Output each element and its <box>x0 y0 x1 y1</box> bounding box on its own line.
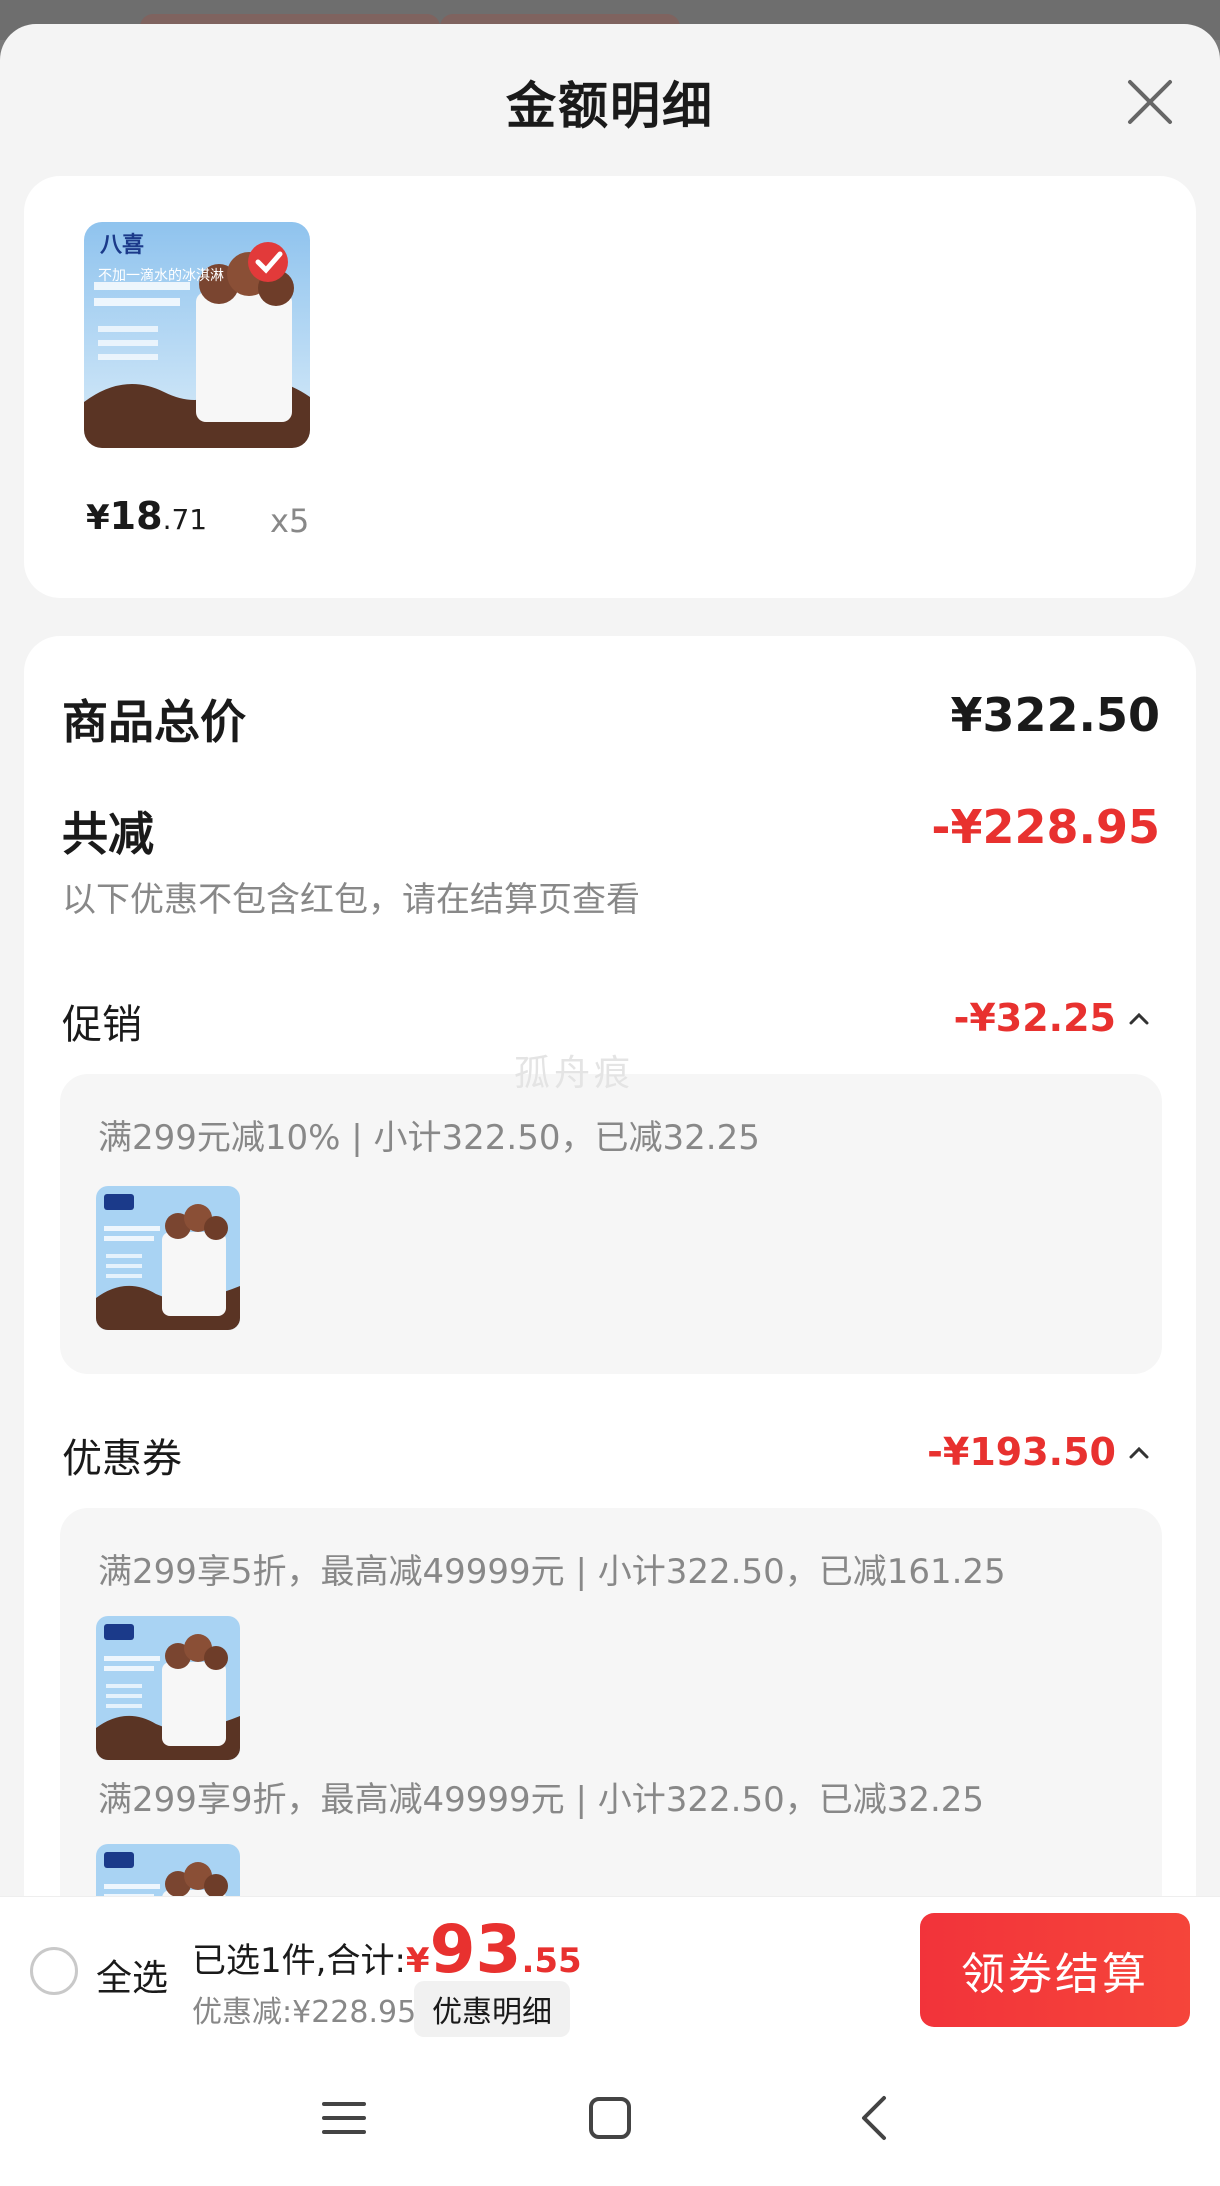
product-brand: 八喜 <box>100 232 144 258</box>
system-nav-bar <box>0 2044 1220 2186</box>
product-quantity: x5 <box>270 502 310 540</box>
product-thumbnail <box>96 1616 240 1760</box>
sheet-header: 金额明细 <box>0 24 1220 174</box>
select-all-radio[interactable] <box>30 1947 78 1995</box>
total-decimal: .55 <box>521 1941 582 1981</box>
select-all-label[interactable]: 全选 <box>96 1949 168 2001</box>
checkout-button[interactable]: 领券结算 <box>920 1913 1190 2027</box>
selected-count-label: 已选1件,合计: <box>192 1941 406 1981</box>
watermark: 孤舟痕 <box>514 1053 635 1094</box>
price-detail-card: 商品总价 ¥322.50 共减 -¥228.95 以下优惠不包含红包，请在结算页… <box>24 636 1196 1896</box>
total-price: 已选1件,合计:¥93.55 <box>192 1911 582 1988</box>
price-currency: ¥ <box>86 498 110 538</box>
home-square-icon[interactable] <box>580 2088 640 2148</box>
product-thumbnail <box>96 1186 240 1330</box>
coupon-label: 优惠券 <box>62 1436 182 1482</box>
coupon-rule-text: 满299享9折，最高减49999元 | 小计322.50，已减32.25 <box>98 1780 985 1820</box>
product-card: 八喜 不加一滴水的冰淇淋 ¥18.71 x5 <box>24 176 1196 598</box>
promotion-label: 促销 <box>62 1002 142 1048</box>
back-chevron-icon[interactable] <box>846 2088 906 2148</box>
total-integer: 93 <box>429 1911 522 1988</box>
promotion-detail-box: 满299元减10% | 小计322.50，已减32.25 <box>60 1074 1162 1374</box>
total-currency: ¥ <box>405 1941 430 1981</box>
close-icon[interactable] <box>1122 74 1178 130</box>
discount-note: 以下优惠不包含红包，请在结算页查看 <box>62 880 640 920</box>
chevron-up-icon[interactable] <box>1126 1006 1152 1032</box>
product-price: ¥18.71 <box>86 494 207 538</box>
discount-detail-button[interactable]: 优惠明细 <box>414 1981 570 2037</box>
total-value: ¥322.50 <box>950 688 1160 742</box>
promotion-rule-text: 满299元减10% | 小计322.50，已减32.25 <box>98 1118 760 1158</box>
chevron-up-icon[interactable] <box>1126 1440 1152 1466</box>
price-integer: 18 <box>109 494 163 538</box>
product-headline: 不加一滴水的冰淇淋 <box>98 267 224 284</box>
menu-icon[interactable] <box>314 2088 374 2148</box>
product-thumbnail <box>96 1844 240 1896</box>
reduced-label: 共减 <box>62 807 154 861</box>
coupon-value[interactable]: -¥193.50 <box>927 1430 1116 1474</box>
reduced-value: -¥228.95 <box>931 800 1160 854</box>
coupon-detail-box: 满299享5折，最高减49999元 | 小计322.50，已减161.25 满2… <box>60 1508 1162 1896</box>
checkout-bar: 全选 已选1件,合计:¥93.55 优惠减:¥228.95 优惠明细 领券结算 <box>0 1896 1220 2044</box>
product-image[interactable]: 八喜 不加一滴水的冰淇淋 <box>84 222 310 448</box>
amount-detail-sheet: 金额明细 八喜 不加一滴水的冰淇淋 ¥18.71 x5 商品总价 ¥322.50… <box>0 24 1220 1896</box>
discount-summary: 优惠减:¥228.95 <box>192 1995 417 2030</box>
coupon-rule-text: 满299享5折，最高减49999元 | 小计322.50，已减161.25 <box>98 1552 1006 1592</box>
price-decimal: .71 <box>162 503 208 536</box>
promotion-value[interactable]: -¥32.25 <box>954 996 1116 1040</box>
total-label: 商品总价 <box>62 695 246 749</box>
sheet-title: 金额明细 <box>506 77 714 135</box>
